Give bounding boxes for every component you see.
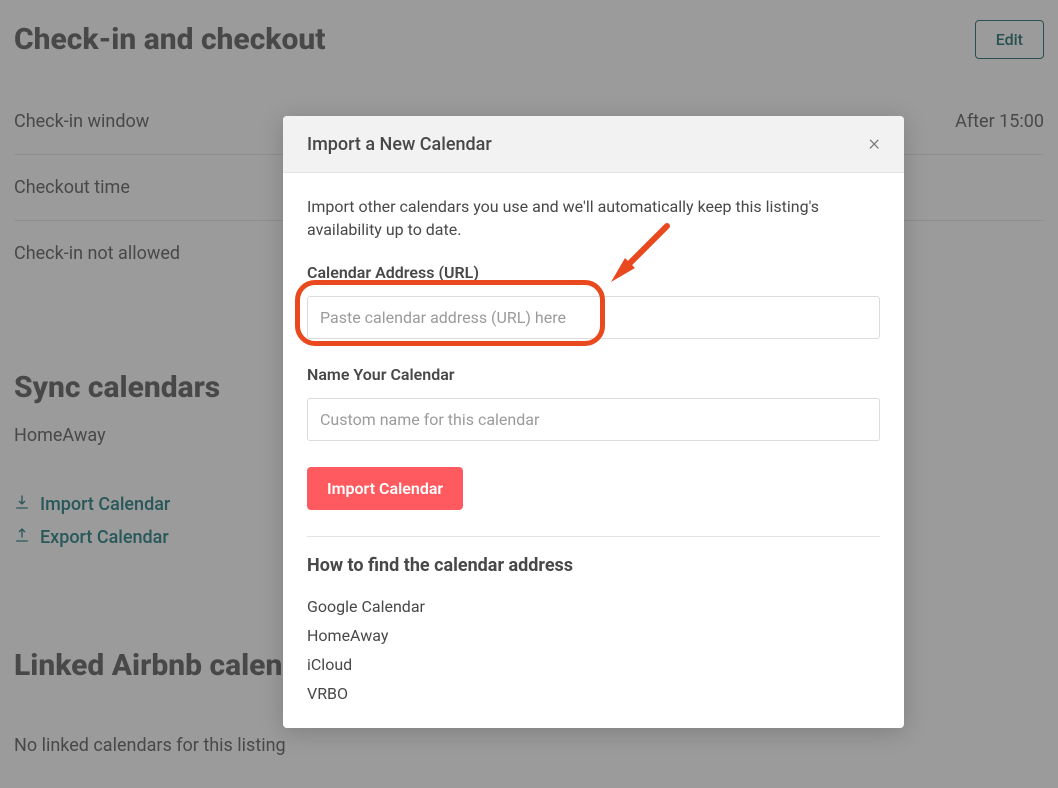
calendar-name-label: Name Your Calendar	[307, 365, 880, 384]
howto-item[interactable]: VRBO	[307, 679, 880, 708]
modal-intro: Import other calendars you use and we'll…	[307, 195, 880, 241]
close-button[interactable]: ×	[868, 133, 880, 155]
calendar-url-input[interactable]	[307, 296, 880, 339]
divider	[307, 536, 880, 537]
modal-body: Import other calendars you use and we'll…	[283, 173, 904, 728]
calendar-url-label: Calendar Address (URL)	[307, 263, 880, 282]
close-icon: ×	[868, 131, 880, 156]
howto-title: How to find the calendar address	[307, 555, 880, 576]
howto-list: Google Calendar HomeAway iCloud VRBO	[307, 592, 880, 708]
modal-title: Import a New Calendar	[307, 134, 492, 155]
modal-header: Import a New Calendar ×	[283, 116, 904, 173]
howto-item[interactable]: iCloud	[307, 650, 880, 679]
howto-item[interactable]: HomeAway	[307, 621, 880, 650]
import-calendar-modal: Import a New Calendar × Import other cal…	[283, 116, 904, 728]
calendar-name-input[interactable]	[307, 398, 880, 441]
howto-item[interactable]: Google Calendar	[307, 592, 880, 621]
import-calendar-button[interactable]: Import Calendar	[307, 467, 463, 510]
